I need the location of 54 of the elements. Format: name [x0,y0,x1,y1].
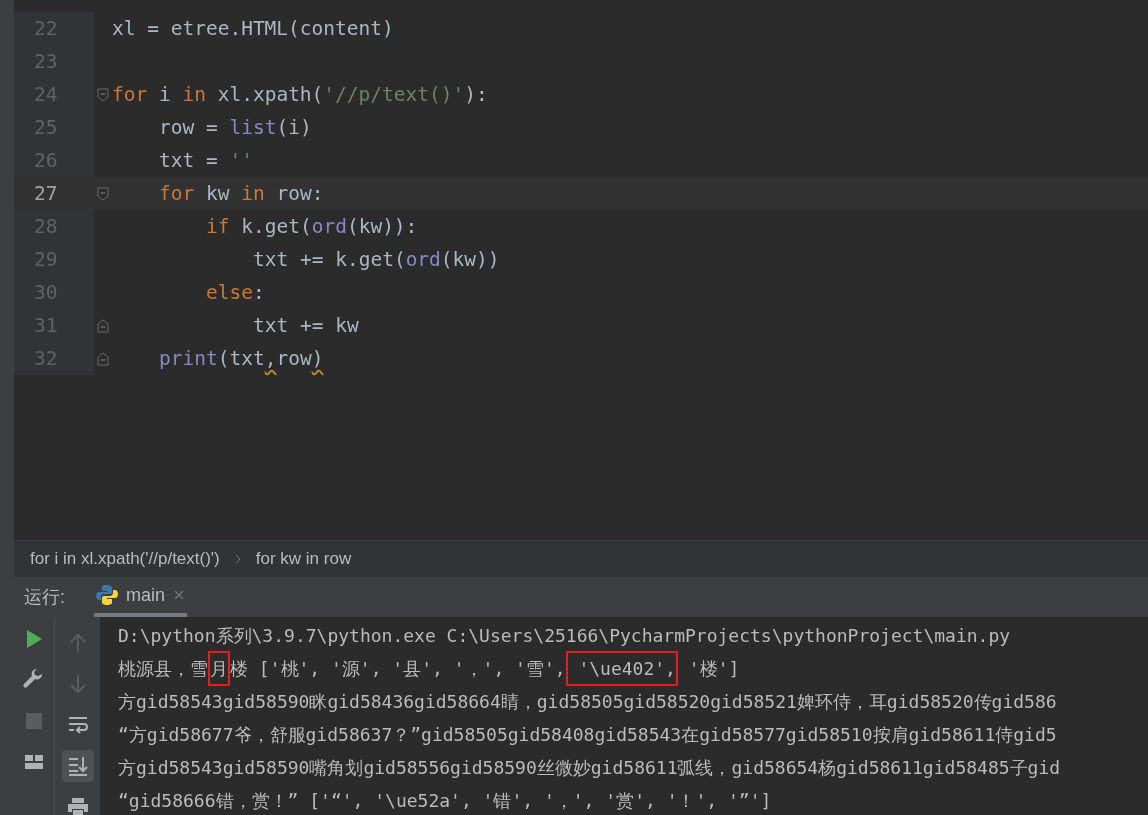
code-token: txt += kw [253,312,359,339]
console-text: 方gid58543gid58590眯gid58436gid58664睛，gid58505gid58520gid58521婢环侍，耳gid58520传gid586 [118,690,1057,714]
code-token: ) [311,345,324,372]
console-text: “方gid58677爷，舒服gid58637？”gid58505gid58408gid58543在gid58577gid58510按肩gid58611侍gid5 [118,723,1057,747]
highlighted-output: 月 [208,651,230,686]
code-token: row: [275,180,324,207]
code-token: ): [464,81,488,108]
close-icon[interactable] [173,589,185,601]
code-token: xl = etree.HTML(content) [112,15,394,42]
code-token: xl.xpath( [216,81,324,108]
console-text: 楼 ['桃', '源', '县', '，', '雪', [230,657,566,681]
code-token: row = [159,114,219,141]
highlighted-output: '\ue402', [565,651,678,686]
console-text: “gid58666错，赏！” ['“', '\ue52a', '错', '，', '赏', '！', '”'] [118,789,772,813]
code-token: in [241,180,265,207]
code-token: for [112,81,148,108]
code-token: k.get( [240,213,312,240]
python-logo-icon [96,584,118,606]
code-token: '//p/text()' [323,81,465,108]
fold-icon[interactable] [97,351,109,366]
code-token: print [159,345,218,372]
line-number: 27 [34,180,58,207]
code-token: (kw)) [440,246,500,273]
console-text: 方gid58543gid58590嘴角划gid58556gid58590丝微妙gid58611弧线，gid58654杨gid58611gid58485子gid [118,756,1061,780]
run-label: 运行: [23,585,66,609]
code-token: ord [405,246,441,273]
code-token: in [182,81,206,108]
fold-icon[interactable] [97,87,109,102]
chevron-icon [233,553,242,565]
code-token: i [157,81,172,108]
code-token: '' [229,147,253,174]
fold-icon[interactable] [97,186,109,201]
code-token: else [206,279,253,306]
code-token: , [264,345,277,372]
code-token: txt += k.get( [253,246,406,273]
breadcrumb-item[interactable]: for i in xl.xpath('//p/text()') [30,546,220,572]
code-token: for [159,180,195,207]
console-text: 桃源县，雪 [118,657,208,681]
code-token: row [276,345,312,372]
console-text: '楼'] [687,657,740,681]
code-token: (txt [217,345,265,372]
tab-label: main [126,583,165,607]
print-icon[interactable] [65,795,90,815]
code-token: txt = [159,147,219,174]
code-token: ord [311,213,347,240]
code-token: (kw)): [346,213,418,240]
console-text: D:\python系列\3.9.7\python.exe C:\Users\25166\PycharmProjects\pythonProject\main.py [118,624,1011,648]
code-token: kw [204,180,231,207]
breadcrumb-item[interactable]: for kw in row [255,546,352,572]
code-token: : [252,279,265,306]
fold-icon[interactable] [97,318,109,333]
code-token: list [229,114,277,141]
code-token: if [206,213,230,240]
code-token: (i) [276,114,312,141]
